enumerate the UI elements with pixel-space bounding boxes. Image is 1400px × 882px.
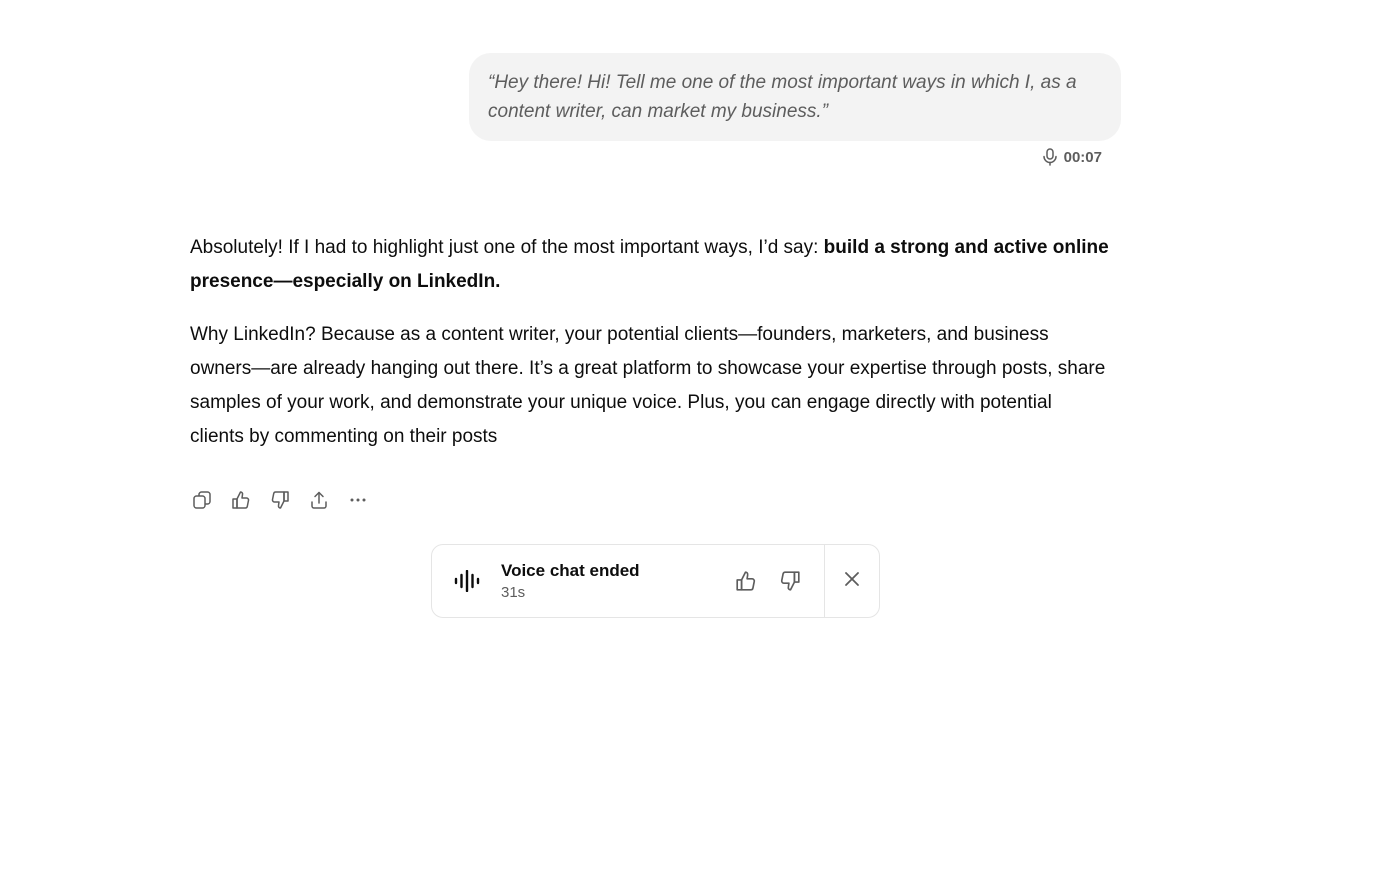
close-icon — [843, 570, 861, 593]
more-options-button[interactable] — [342, 484, 374, 516]
assistant-paragraph-2: Why LinkedIn? Because as a content write… — [190, 324, 1106, 447]
message-action-bar — [186, 484, 374, 516]
share-icon — [309, 490, 329, 510]
thumbs-up-icon — [735, 570, 757, 592]
more-icon — [348, 490, 368, 510]
voice-chat-duration: 31s — [501, 583, 526, 601]
assistant-message: Absolutely! If I had to highlight just o… — [190, 231, 1110, 473]
thumbs-down-icon — [779, 570, 801, 592]
voice-chat-title: Voice chat ended — [501, 560, 640, 580]
voice-message-duration: 00:07 — [1063, 148, 1102, 166]
copy-icon — [192, 490, 212, 510]
assistant-intro-text: Absolutely! If I had to highlight just o… — [190, 237, 824, 258]
voice-thumbs-up-button[interactable] — [730, 565, 762, 597]
thumbs-up-button[interactable] — [225, 484, 257, 516]
thumbs-up-icon — [231, 490, 251, 510]
thumbs-down-button[interactable] — [264, 484, 296, 516]
voice-chat-rating — [730, 565, 806, 597]
chat-page: “Hey there! Hi! Tell me one of the most … — [0, 0, 1400, 882]
copy-button[interactable] — [186, 484, 218, 516]
thumbs-down-icon — [270, 490, 290, 510]
voice-thumbs-down-button[interactable] — [774, 565, 806, 597]
waveform-icon — [452, 566, 482, 596]
user-message-bubble: “Hey there! Hi! Tell me one of the most … — [469, 53, 1121, 141]
share-button[interactable] — [303, 484, 335, 516]
voice-chat-ended-card: Voice chat ended 31s — [431, 544, 880, 618]
close-voice-card-button[interactable] — [825, 545, 879, 617]
microphone-icon — [1042, 148, 1058, 166]
assistant-paragraph-1: Absolutely! If I had to highlight just o… — [190, 231, 1110, 299]
voice-chat-info: Voice chat ended 31s — [501, 560, 730, 603]
voice-message-meta: 00:07 — [1042, 148, 1102, 166]
user-message-text: “Hey there! Hi! Tell me one of the most … — [488, 72, 1077, 122]
